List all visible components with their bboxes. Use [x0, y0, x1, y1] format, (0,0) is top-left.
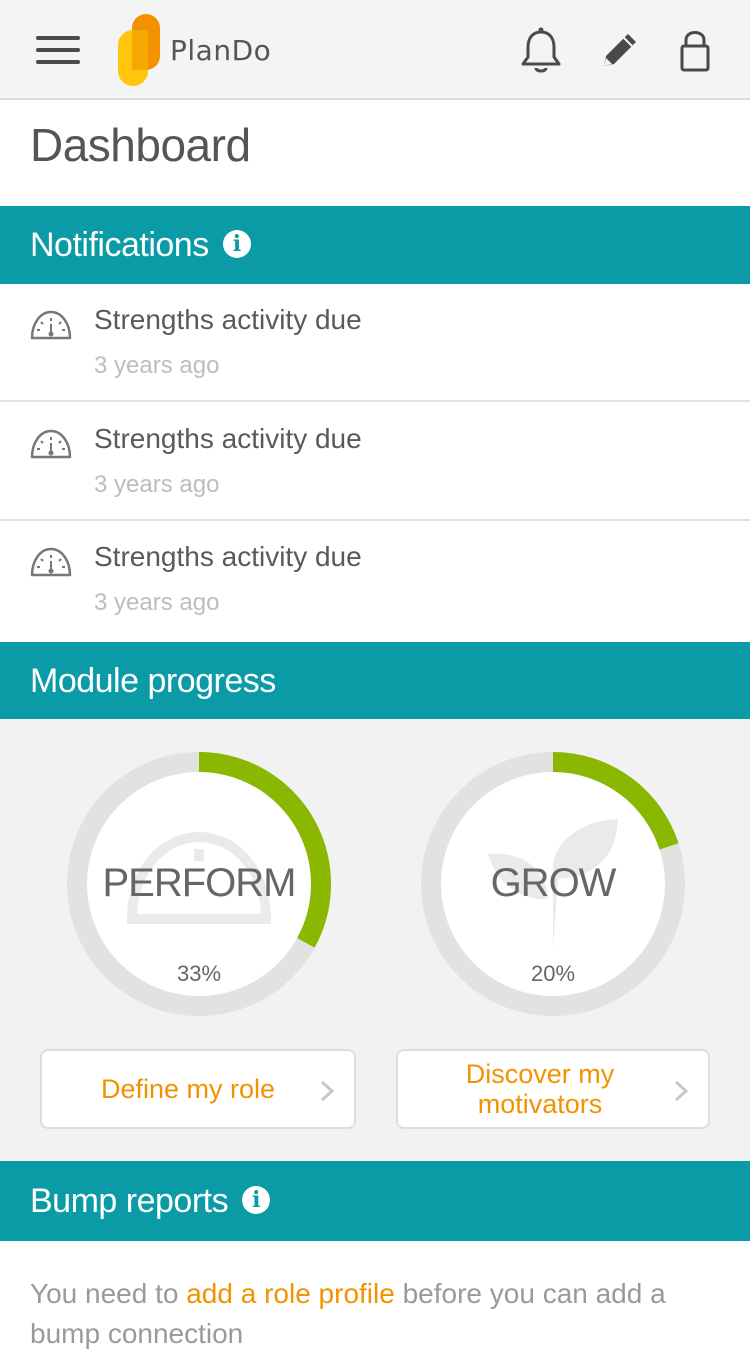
lock-icon[interactable]	[672, 26, 718, 76]
notifications-heading: Notifications	[30, 226, 209, 264]
bump-reports-message: You need to add a role profile before yo…	[30, 1274, 720, 1354]
gauge-icon	[30, 310, 72, 340]
notification-time: 3 years ago	[94, 589, 220, 616]
gauge-icon	[30, 429, 72, 459]
grow-label: GROW	[490, 861, 617, 905]
perform-percent: 33%	[176, 961, 222, 986]
notification-title: Strengths activity due	[94, 423, 362, 454]
discover-my-motivators-label: Discover my motivators	[465, 1059, 615, 1119]
perform-label: PERFORM	[102, 861, 297, 905]
grow-percent: 20%	[530, 961, 576, 986]
notification-title: Strengths activity due	[94, 541, 362, 572]
chevron-right-icon	[320, 1080, 335, 1102]
page-title: Dashboard	[30, 119, 251, 171]
notification-time: 3 years ago	[94, 352, 220, 379]
bell-icon[interactable]	[518, 26, 564, 76]
info-icon[interactable]: i	[222, 230, 251, 259]
module-progress-panel: PERFORM 33% GROW 20% Define my role Disc…	[0, 719, 750, 1161]
notification-item[interactable]: Strengths activity due 3 years ago	[0, 284, 750, 402]
discover-my-motivators-button[interactable]: Discover my motivators	[396, 1049, 710, 1129]
menu-icon[interactable]	[36, 34, 80, 66]
define-my-role-button[interactable]: Define my role	[40, 1049, 356, 1129]
define-my-role-label: Define my role	[100, 1074, 276, 1104]
pencil-icon[interactable]	[596, 26, 642, 76]
module-progress-header: Module progress	[0, 642, 750, 720]
bump-reports-header: Bump reports i	[0, 1161, 750, 1241]
notification-time: 3 years ago	[94, 471, 220, 498]
top-bar: PlanDo	[0, 0, 750, 100]
brand-name: PlanDo	[170, 34, 272, 67]
add-role-profile-link[interactable]: add a role profile	[186, 1278, 395, 1309]
bump-text-before: You need to	[30, 1278, 187, 1309]
notification-item[interactable]: Strengths activity due 3 years ago	[0, 521, 750, 641]
plando-logo	[118, 14, 160, 86]
gauge-icon	[30, 547, 72, 577]
bump-reports-heading: Bump reports	[30, 1182, 229, 1220]
perform-progress-ring[interactable]: PERFORM 33%	[64, 749, 334, 1019]
notifications-header: Notifications i	[0, 206, 750, 284]
notification-title: Strengths activity due	[94, 304, 362, 335]
notification-item[interactable]: Strengths activity due 3 years ago	[0, 403, 750, 521]
module-progress-heading: Module progress	[30, 662, 276, 700]
grow-progress-ring[interactable]: GROW 20%	[418, 749, 688, 1019]
info-icon[interactable]: i	[242, 1186, 271, 1215]
chevron-right-icon	[674, 1080, 689, 1102]
